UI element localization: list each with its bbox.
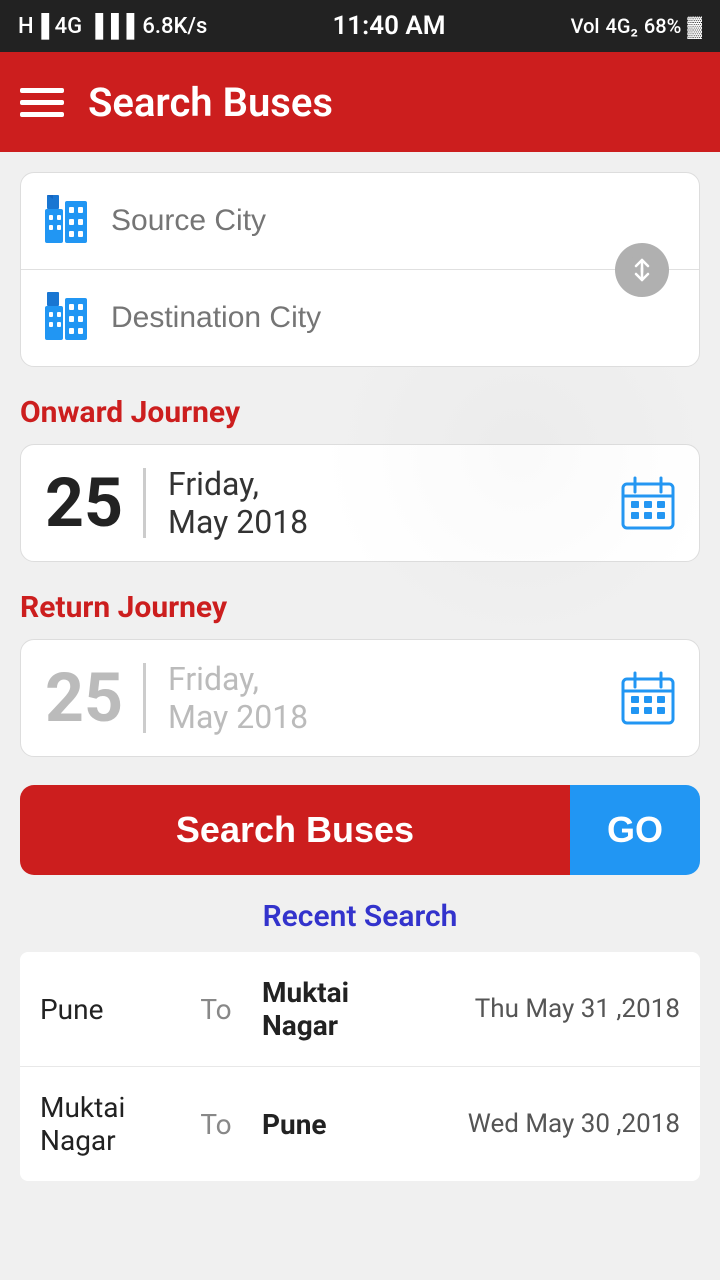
clock: 11:40 AM (332, 11, 445, 41)
status-bar: H▐ 4G ▐▐▐ 6.8K/s 11:40 AM Vol 4G₂ 68% ▓ (0, 0, 720, 52)
return-date-card[interactable]: 25 Friday, May 2018 (20, 639, 700, 757)
speed-indicator: 6.8K/s (142, 14, 207, 39)
destination-city-row[interactable] (21, 270, 699, 366)
return-date-text: Friday, May 2018 (168, 660, 621, 736)
swap-cities-button[interactable] (615, 243, 669, 297)
return-date-divider (143, 663, 146, 733)
page-title: Search Buses (88, 79, 333, 126)
recent-date: Thu May 31 ,2018 (475, 994, 680, 1024)
return-date-month: May 2018 (168, 698, 621, 736)
recent-from-city: MuktaiNagar (40, 1091, 170, 1157)
battery-icon: ▓ (687, 14, 702, 39)
status-right: Vol 4G₂ 68% ▓ (571, 14, 702, 39)
destination-city-icon (41, 292, 93, 344)
onward-date-number: 25 (45, 469, 123, 537)
source-city-row[interactable] (21, 173, 699, 270)
return-calendar-icon (621, 671, 675, 725)
recent-date: Wed May 30 ,2018 (468, 1109, 680, 1139)
onward-date-day: Friday, (168, 465, 621, 503)
recent-to-label: To (186, 1108, 246, 1141)
recent-from-city: Pune (40, 993, 170, 1026)
source-city-input[interactable] (111, 204, 679, 238)
recent-search-title: Recent Search (20, 899, 700, 934)
search-button-container: Search Buses GO (20, 785, 700, 875)
hamburger-menu-button[interactable] (20, 88, 64, 117)
swap-icon (626, 254, 658, 286)
return-date-number: 25 (45, 664, 123, 732)
app-header: Search Buses (0, 52, 720, 152)
destination-city-input[interactable] (111, 301, 679, 335)
4g2-icon: 4G₂ (606, 14, 638, 38)
onward-date-card[interactable]: 25 Friday, May 2018 (20, 444, 700, 562)
onward-date-divider (143, 468, 146, 538)
main-content: Onward Journey 25 Friday, May 2018 Retur… (0, 152, 720, 1280)
return-journey-label: Return Journey (20, 590, 700, 625)
recent-dest-city: MuktaiNagar (262, 976, 475, 1042)
onward-calendar-icon (621, 476, 675, 530)
recent-search-item[interactable]: Pune To MuktaiNagar Thu May 31 ,2018 (20, 952, 700, 1067)
status-left: H▐ 4G ▐▐▐ 6.8K/s (18, 13, 207, 39)
go-button[interactable]: GO (570, 785, 700, 875)
city-search-box (20, 172, 700, 367)
search-buses-button[interactable]: Search Buses (20, 785, 570, 875)
signal-icon: H▐ 4G ▐▐▐ (18, 13, 134, 39)
battery-level: 68% (644, 14, 681, 38)
recent-search-list: Pune To MuktaiNagar Thu May 31 ,2018 Muk… (20, 952, 700, 1181)
recent-to-label: To (186, 993, 246, 1026)
return-date-day: Friday, (168, 660, 621, 698)
onward-date-text: Friday, May 2018 (168, 465, 621, 541)
volte-icon: Vol (571, 14, 600, 38)
recent-search-item[interactable]: MuktaiNagar To Pune Wed May 30 ,2018 (20, 1067, 700, 1181)
source-city-icon (41, 195, 93, 247)
recent-dest-city: Pune (262, 1108, 468, 1141)
onward-journey-label: Onward Journey (20, 395, 700, 430)
onward-date-month: May 2018 (168, 503, 621, 541)
